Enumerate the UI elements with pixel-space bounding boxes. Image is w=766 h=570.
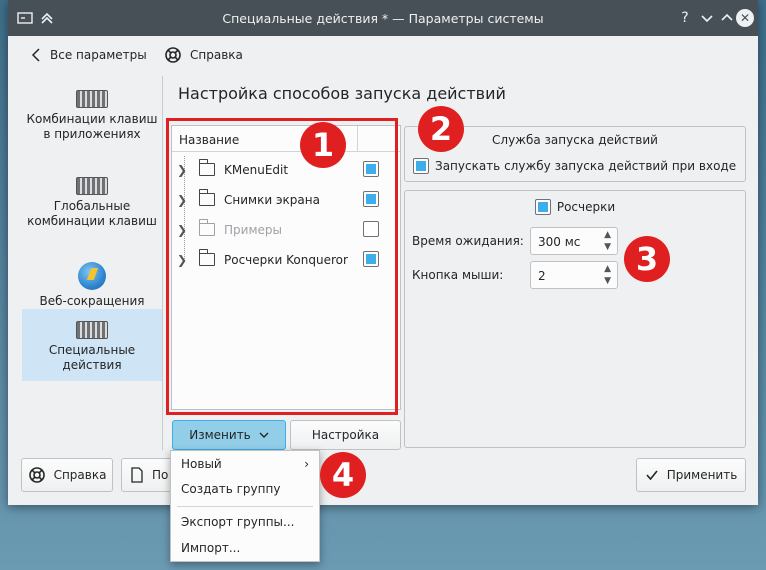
timeout-label: Время ожидания: [412,234,524,248]
autostart-checkbox-row[interactable]: Запускать службу запуска действий при вх… [413,158,736,174]
sidebar-item-label: Глобальные комбинации клавиш [27,199,157,228]
keyboard-icon [76,321,108,339]
sidebar-divider [162,76,163,450]
nav-help-button[interactable]: Справка [164,44,243,66]
sidebar-item-global-shortcuts[interactable]: Глобальные комбинации клавиш [22,177,162,257]
gestures-toggle[interactable]: Росчерки [405,199,745,215]
lifebuoy-icon [165,47,181,63]
chevron-right-icon: › [304,457,309,471]
footer-help-label: Справка [53,468,107,482]
sidebar-item-label: Специальные действия [48,343,136,372]
nav-help-label: Справка [190,48,243,62]
edit-menu: Новый › Создать группу Экспорт группы...… [170,450,320,562]
autostart-label: Запускать службу запуска действий при вх… [435,159,737,173]
checkmark-icon [646,470,658,481]
mouse-button-value: 2 [538,269,546,283]
timeout-spinbox[interactable]: 300 мс ▲ ▼ [530,227,618,255]
chevron-down-icon [259,432,269,438]
document-icon [131,467,143,483]
menu-item-label: Импорт... [181,541,241,555]
nav-bar: Все параметры Справка [8,36,758,74]
menu-item-new[interactable]: Новый › [171,452,319,476]
spin-down-icon[interactable]: ▼ [604,242,611,252]
menu-item-label: Новый [181,457,222,471]
annotation-badge-4: 4 [320,452,366,498]
sidebar-item-label: Комбинации клавиш в приложениях [26,112,158,141]
annotation-badge-1: 1 [300,122,346,168]
help-icon[interactable]: ? [676,9,694,27]
settings-button-label: Настройка [311,428,380,442]
back-label: Все параметры [50,48,147,62]
spin-down-icon[interactable]: ▼ [604,276,611,286]
menu-item-label: Создать группу [181,482,281,496]
lifebuoy-icon [28,467,45,483]
chevron-left-icon [31,48,40,62]
defaults-button-label: По [152,468,169,482]
edit-dropdown-button[interactable]: Изменить [172,420,286,450]
apply-button-label: Применить [666,468,738,482]
highlight-frame [166,118,398,415]
menu-separator [177,506,313,507]
annotation-badge-2: 2 [418,106,464,152]
globe-icon [78,262,106,290]
sidebar-item-custom-actions[interactable]: Специальные действия [22,309,162,381]
menu-item-export-group[interactable]: Экспорт группы... [171,510,319,534]
gestures-title: Росчерки [556,200,616,214]
window-title: Специальные действия * — Параметры систе… [222,11,544,26]
page-title: Настройка способов запуска действий [178,84,506,103]
autostart-checkbox[interactable] [413,158,429,174]
apply-button[interactable]: Применить [636,458,746,492]
spin-up-icon[interactable]: ▲ [604,230,611,240]
footer-help-button[interactable]: Справка [21,458,113,492]
sidebar-item-label: Веб-сокращения [39,294,145,308]
close-icon[interactable]: ✕ [736,9,754,27]
edit-button-label: Изменить [189,428,251,442]
mouse-button-spinbox[interactable]: 2 ▲ ▼ [530,261,618,289]
keyboard-icon [76,177,108,195]
annotation-badge-3: 3 [624,236,670,282]
gestures-checkbox[interactable] [534,199,551,215]
gestures-group: Росчерки Время ожидания: 300 мс ▲ ▼ Кноп… [404,190,746,448]
mouse-button-label: Кнопка мыши: [412,268,504,282]
menu-item-label: Экспорт группы... [181,515,295,529]
menu-item-import[interactable]: Импорт... [171,536,319,560]
menu-item-create-group[interactable]: Создать группу [171,477,319,501]
sidebar-item-app-shortcuts[interactable]: Комбинации клавиш в приложениях [22,90,162,170]
back-to-all-settings-button[interactable]: Все параметры [30,44,147,66]
category-sidebar: Комбинации клавиш в приложениях Глобальн… [22,76,162,450]
maximize-icon[interactable] [718,9,736,27]
spin-up-icon[interactable]: ▲ [604,264,611,274]
minimize-icon[interactable] [698,9,716,27]
settings-button[interactable]: Настройка [290,420,401,450]
timeout-value: 300 мс [538,235,581,249]
keyboard-icon [76,90,108,108]
sidebar-item-web-shortcuts[interactable]: Веб-сокращения [22,262,162,308]
title-bar: Специальные действия * — Параметры систе… [8,0,758,36]
